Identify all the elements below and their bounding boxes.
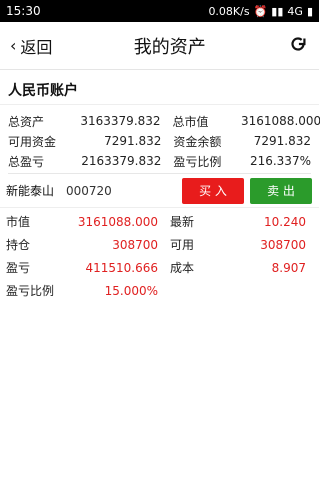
status-network-speed: 0.08K/s	[208, 4, 250, 18]
status-network-type: 4G	[287, 4, 303, 18]
detail-value-2: 308700	[260, 237, 306, 252]
summary-label-2: 总市值	[172, 114, 209, 129]
page-title: 我的资产	[133, 36, 206, 58]
summary-value: 3163379.832	[80, 114, 161, 128]
summary-value: 2163379.832	[81, 154, 162, 168]
detail-row: 持仓 308700 可用 308700	[6, 233, 313, 256]
detail-label-2: 成本	[170, 261, 195, 275]
detail-label: 持仓	[6, 238, 31, 252]
status-bar: 15:30 0.08K/s ⏰ ▮▮ 4G ▮	[0, 0, 319, 22]
detail-value: 308700	[112, 237, 158, 252]
status-time: 15:30	[6, 4, 41, 18]
detail-label: 市值	[6, 215, 31, 229]
detail-value: 3161088.000	[77, 214, 158, 229]
alarm-icon: ⏰	[253, 4, 268, 18]
refresh-icon	[291, 36, 306, 51]
detail-label-2: 可用	[170, 238, 195, 252]
detail-row: 盈亏比例 15.000%	[6, 279, 313, 302]
summary-value-2: 7291.832	[253, 134, 311, 148]
detail-label-2: 最新	[170, 215, 195, 229]
sell-button[interactable]: 卖 出	[250, 177, 312, 204]
refresh-button[interactable]	[287, 33, 309, 59]
detail-label: 盈亏比例	[6, 284, 55, 298]
detail-row: 盈亏 411510.666 成本 8.907	[6, 256, 313, 279]
summary-row: 总资产 3163379.832 总市值 3161088.000	[8, 111, 320, 131]
detail-value-2: 10.240	[264, 214, 306, 229]
status-right: 0.08K/s ⏰ ▮▮ 4G ▮	[208, 5, 313, 18]
detail-row: 市值 3161088.000 最新 10.240	[6, 210, 313, 233]
summary-value: 7291.832	[104, 134, 162, 148]
stock-code: 000720	[66, 183, 112, 198]
detail-value: 411510.666	[85, 260, 158, 275]
summary-label-2: 盈亏比例	[173, 154, 222, 169]
back-label: 返回	[20, 37, 53, 57]
stock-bar: 新能泰山 000720 买 入 卖 出	[0, 174, 319, 208]
detail-value-2: 8.907	[271, 260, 306, 275]
page-header: ‹ 返回 我的资产	[0, 22, 319, 70]
summary-label: 总资产	[8, 114, 45, 129]
account-summary: 总资产 3163379.832 总市值 3161088.000 可用资金 729…	[0, 105, 320, 174]
summary-row: 可用资金 7291.832 资金余额 7291.832	[8, 131, 311, 151]
battery-icon: ▮	[306, 4, 313, 18]
stock-details: 市值 3161088.000 最新 10.240 持仓 308700 可用 30…	[0, 208, 319, 302]
chevron-left-icon: ‹	[10, 36, 17, 55]
signal-icon: ▮▮	[271, 4, 284, 18]
detail-value: 15.000%	[104, 283, 158, 298]
summary-label: 可用资金	[8, 134, 57, 149]
summary-label-2: 资金余额	[173, 134, 222, 149]
summary-row: 总盈亏 2163379.832 盈亏比例 216.337%	[8, 151, 311, 171]
stock-name: 新能泰山	[6, 184, 55, 198]
summary-value-2: 3161088.000	[241, 114, 320, 128]
detail-label: 盈亏	[6, 261, 31, 275]
summary-label: 总盈亏	[8, 154, 45, 169]
summary-value-2: 216.337%	[249, 154, 311, 168]
back-button[interactable]: ‹ 返回	[10, 34, 52, 58]
account-title: 人民币账户	[0, 76, 319, 105]
buy-button[interactable]: 买 入	[182, 177, 244, 204]
